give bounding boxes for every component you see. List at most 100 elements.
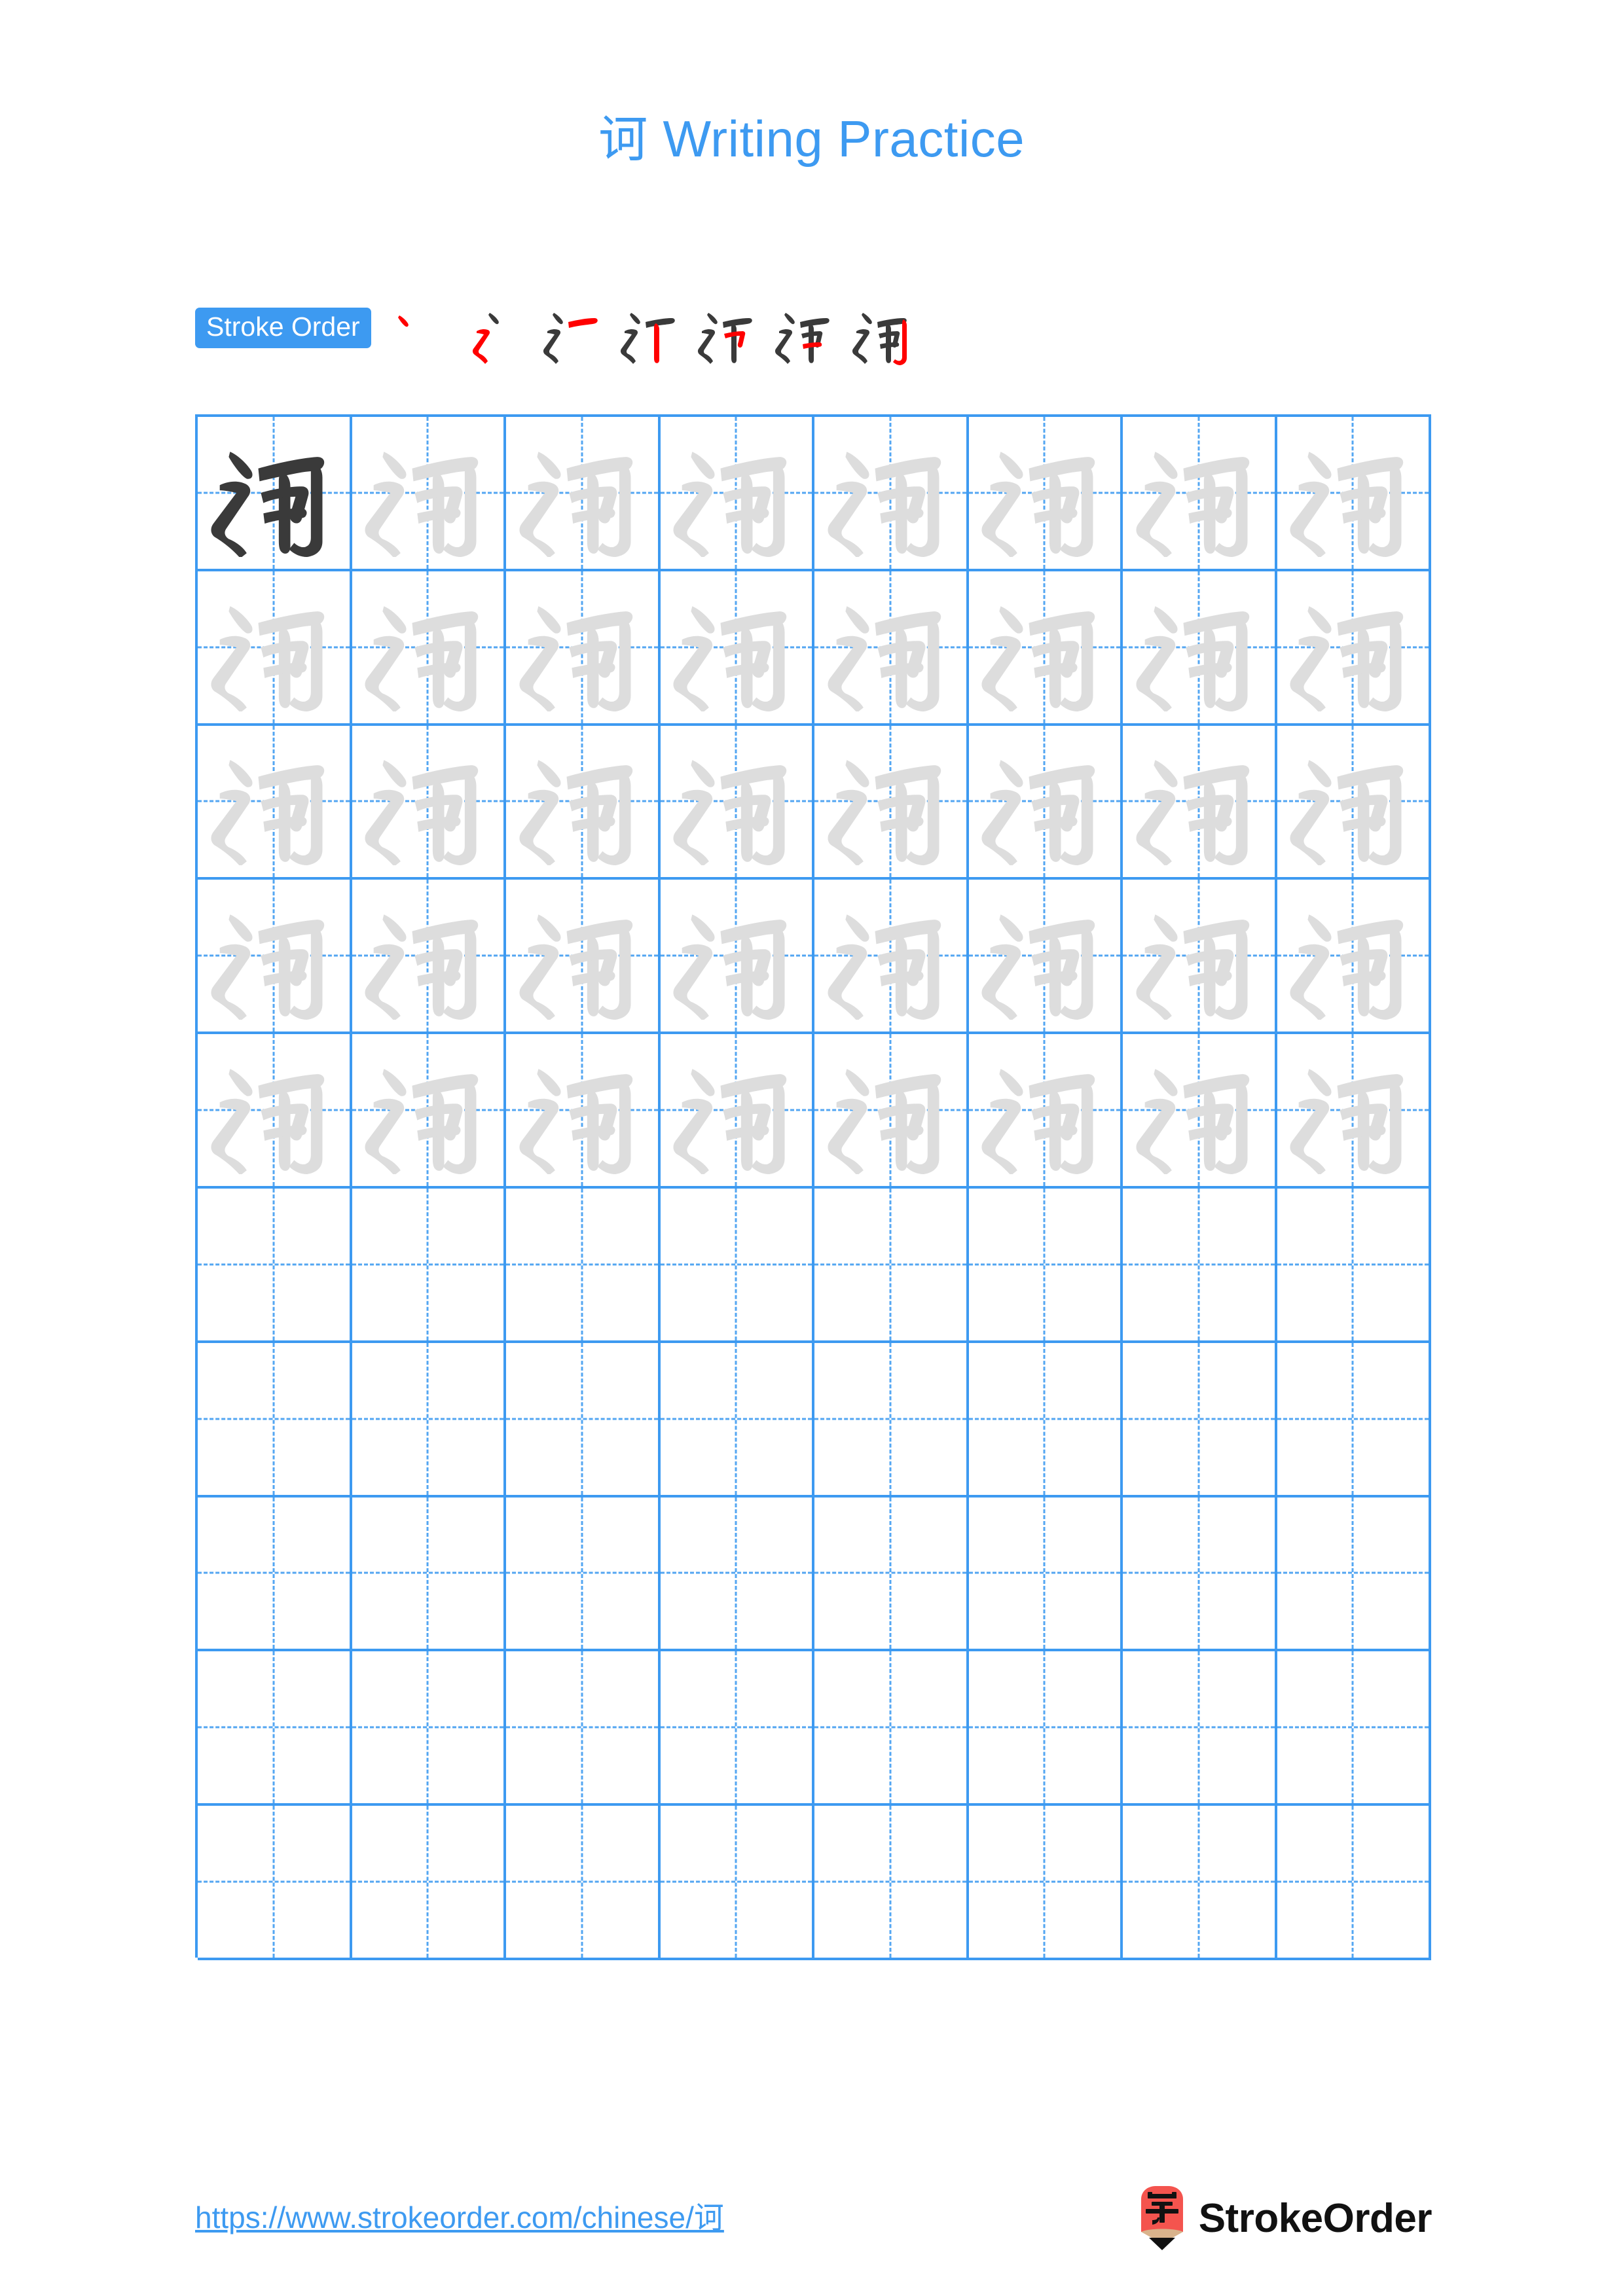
grid-cell-empty[interactable] bbox=[660, 1342, 814, 1498]
grid-cell-trace[interactable] bbox=[352, 880, 506, 1035]
grid-cell-trace[interactable] bbox=[1277, 571, 1431, 726]
trace-character bbox=[661, 417, 812, 569]
grid-cell-trace[interactable] bbox=[198, 1034, 352, 1189]
grid-cell-empty[interactable] bbox=[352, 1342, 506, 1498]
grid-cell-empty[interactable] bbox=[198, 1651, 352, 1806]
grid-cell-empty[interactable] bbox=[506, 1188, 661, 1343]
grid-cell-trace[interactable] bbox=[1123, 417, 1277, 571]
grid-cell-empty[interactable] bbox=[1277, 1806, 1431, 1960]
grid-cell-trace[interactable] bbox=[1123, 1034, 1277, 1189]
brand-logo[interactable]: StrokeOrder bbox=[1137, 2179, 1432, 2258]
grid-cell-empty[interactable] bbox=[506, 1651, 661, 1806]
grid-cell-trace[interactable] bbox=[814, 880, 969, 1035]
grid-cell-trace[interactable] bbox=[660, 725, 814, 880]
grid-cell-trace[interactable] bbox=[1123, 725, 1277, 880]
grid-cell-empty[interactable] bbox=[352, 1188, 506, 1343]
grid-cell-trace[interactable] bbox=[352, 725, 506, 880]
grid-cell-empty[interactable] bbox=[814, 1188, 969, 1343]
trace-character bbox=[506, 726, 658, 878]
grid-cell-empty[interactable] bbox=[968, 1651, 1123, 1806]
grid-cell-empty[interactable] bbox=[968, 1806, 1123, 1960]
grid-cell-trace[interactable] bbox=[968, 1034, 1123, 1189]
grid-cell-empty[interactable] bbox=[1123, 1342, 1277, 1498]
grid-cell-empty[interactable] bbox=[198, 1342, 352, 1498]
grid-cell-empty[interactable] bbox=[506, 1497, 661, 1652]
grid-cell-trace[interactable] bbox=[352, 571, 506, 726]
grid-cell-empty[interactable] bbox=[814, 1806, 969, 1960]
grid-cell-trace[interactable] bbox=[814, 725, 969, 880]
grid-cell-trace[interactable] bbox=[352, 1034, 506, 1189]
grid-cell-empty[interactable] bbox=[968, 1342, 1123, 1498]
grid-cell-trace[interactable] bbox=[1277, 880, 1431, 1035]
grid-cell-empty[interactable] bbox=[1123, 1651, 1277, 1806]
grid-cell-trace[interactable] bbox=[506, 1034, 661, 1189]
grid-cell-empty[interactable] bbox=[660, 1497, 814, 1652]
trace-character bbox=[661, 571, 812, 723]
grid-cell-trace[interactable] bbox=[814, 417, 969, 571]
grid-cell-trace[interactable] bbox=[506, 417, 661, 571]
grid-cell-trace[interactable] bbox=[968, 880, 1123, 1035]
grid-cell-trace[interactable] bbox=[660, 571, 814, 726]
trace-character bbox=[198, 1034, 350, 1186]
grid-cell-trace[interactable] bbox=[968, 725, 1123, 880]
grid-cell-trace[interactable] bbox=[968, 417, 1123, 571]
source-url-link[interactable]: https://www.strokeorder.com/chinese/诃 bbox=[195, 2194, 724, 2237]
grid-cell-empty[interactable] bbox=[352, 1497, 506, 1652]
grid-cell-model[interactable] bbox=[198, 417, 352, 571]
grid-cell-trace[interactable] bbox=[968, 571, 1123, 726]
grid-cell-empty[interactable] bbox=[1123, 1188, 1277, 1343]
trace-character bbox=[1123, 1034, 1275, 1186]
grid-cell-empty[interactable] bbox=[1123, 1806, 1277, 1960]
grid-cell-trace[interactable] bbox=[660, 417, 814, 571]
grid-cell-empty[interactable] bbox=[660, 1188, 814, 1343]
grid-cell-empty[interactable] bbox=[814, 1651, 969, 1806]
grid-cell-empty[interactable] bbox=[1277, 1188, 1431, 1343]
trace-character bbox=[1277, 571, 1429, 723]
grid-cell-trace[interactable] bbox=[352, 417, 506, 571]
grid-cell-empty[interactable] bbox=[198, 1188, 352, 1343]
stroke-step-4-icon bbox=[620, 313, 675, 364]
stroke-step-1-icon bbox=[397, 315, 409, 327]
grid-cell-empty[interactable] bbox=[352, 1651, 506, 1806]
stroke-step-2 bbox=[459, 302, 536, 368]
grid-cell-empty[interactable] bbox=[198, 1806, 352, 1960]
grid-cell-empty[interactable] bbox=[1277, 1651, 1431, 1806]
grid-cell-trace[interactable] bbox=[506, 880, 661, 1035]
stroke-order-section: Stroke Order bbox=[195, 308, 1439, 367]
grid-cell-empty[interactable] bbox=[814, 1342, 969, 1498]
grid-cell-trace[interactable] bbox=[1277, 1034, 1431, 1189]
footer: https://www.strokeorder.com/chinese/诃 St… bbox=[0, 2179, 1623, 2265]
trace-character bbox=[814, 417, 966, 569]
grid-cell-trace[interactable] bbox=[1277, 725, 1431, 880]
grid-cell-trace[interactable] bbox=[1277, 417, 1431, 571]
stroke-step-7 bbox=[845, 302, 922, 368]
grid-cell-trace[interactable] bbox=[506, 571, 661, 726]
stroke-step-3-icon bbox=[543, 313, 598, 364]
grid-cell-empty[interactable] bbox=[506, 1342, 661, 1498]
grid-cell-trace[interactable] bbox=[198, 725, 352, 880]
grid-cell-empty[interactable] bbox=[198, 1497, 352, 1652]
grid-cell-trace[interactable] bbox=[1123, 880, 1277, 1035]
grid-row bbox=[198, 1188, 1431, 1343]
grid-cell-empty[interactable] bbox=[1277, 1497, 1431, 1652]
trace-character bbox=[814, 1034, 966, 1186]
grid-cell-empty[interactable] bbox=[506, 1806, 661, 1960]
grid-cell-empty[interactable] bbox=[1123, 1497, 1277, 1652]
grid-row bbox=[198, 571, 1431, 726]
grid-cell-trace[interactable] bbox=[506, 725, 661, 880]
grid-cell-trace[interactable] bbox=[660, 880, 814, 1035]
grid-cell-empty[interactable] bbox=[1277, 1342, 1431, 1498]
trace-character bbox=[198, 571, 350, 723]
grid-cell-trace[interactable] bbox=[814, 571, 969, 726]
grid-cell-empty[interactable] bbox=[968, 1497, 1123, 1652]
grid-cell-empty[interactable] bbox=[968, 1188, 1123, 1343]
grid-cell-empty[interactable] bbox=[660, 1651, 814, 1806]
grid-cell-empty[interactable] bbox=[352, 1806, 506, 1960]
grid-cell-trace[interactable] bbox=[198, 880, 352, 1035]
grid-cell-trace[interactable] bbox=[1123, 571, 1277, 726]
grid-cell-trace[interactable] bbox=[814, 1034, 969, 1189]
grid-cell-trace[interactable] bbox=[198, 571, 352, 726]
grid-cell-trace[interactable] bbox=[660, 1034, 814, 1189]
grid-cell-empty[interactable] bbox=[660, 1806, 814, 1960]
grid-cell-empty[interactable] bbox=[814, 1497, 969, 1652]
